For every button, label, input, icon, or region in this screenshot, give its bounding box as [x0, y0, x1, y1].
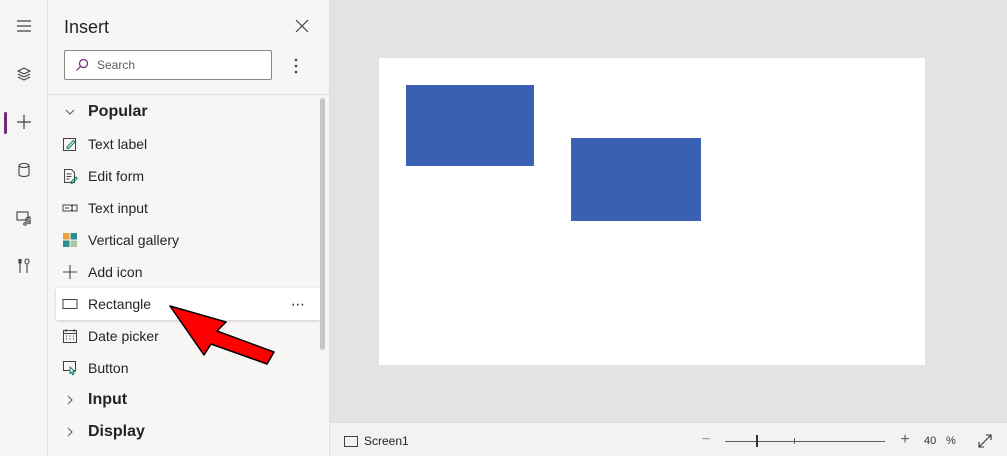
canvas-area[interactable]: [330, 0, 1007, 422]
chevron-down-icon: [61, 103, 79, 121]
zoom-out-button[interactable]: −: [698, 431, 714, 448]
expand-icon[interactable]: [977, 433, 993, 449]
chevron-right-icon: [61, 423, 79, 441]
rectangle-shape[interactable]: [406, 85, 534, 166]
close-icon[interactable]: [292, 16, 312, 36]
insert-item-vertical-gallery[interactable]: Vertical gallery: [56, 224, 320, 256]
insert-item-add-icon[interactable]: Add icon: [56, 256, 320, 288]
insert-item-text-label[interactable]: Text label: [56, 128, 320, 160]
item-label: Button: [88, 360, 129, 376]
scrollbar[interactable]: [318, 96, 326, 454]
search-input[interactable]: [97, 58, 257, 72]
screen-tab[interactable]: Screen1: [344, 434, 409, 448]
item-label: Text label: [88, 136, 148, 152]
data-cylinder-icon[interactable]: [0, 150, 48, 190]
zoom-in-button[interactable]: +: [897, 431, 913, 448]
zoom-unit: %: [946, 435, 956, 447]
insert-item-edit-form[interactable]: Edit form: [56, 160, 320, 192]
item-label: Text input: [88, 200, 148, 216]
date-picker-icon: [61, 327, 79, 345]
screen-name: Screen1: [364, 434, 409, 448]
insert-pane: Insert Popular Text label Edit form: [48, 0, 330, 456]
add-icon: [61, 263, 79, 281]
item-label: Edit form: [88, 168, 145, 184]
scrollbar-thumb[interactable]: [320, 98, 325, 350]
section-label: Popular: [88, 103, 148, 120]
pane-title: Insert: [64, 17, 110, 37]
more-options-button[interactable]: ⋯: [291, 296, 306, 313]
zoom-slider[interactable]: [725, 441, 885, 442]
text-input-icon: [61, 199, 79, 217]
section-input[interactable]: Input: [56, 384, 320, 416]
more-options-icon[interactable]: [286, 55, 306, 77]
tree-view-layers-icon[interactable]: [0, 54, 48, 94]
item-label: Vertical gallery: [88, 232, 180, 248]
section-label: Display: [88, 423, 145, 440]
search-box: [64, 50, 272, 80]
zoom-value[interactable]: 40: [924, 435, 936, 447]
insert-item-date-picker[interactable]: Date picker: [56, 320, 320, 352]
item-label: Add icon: [88, 264, 143, 280]
status-bar: Screen1 − + 40 %: [330, 422, 1007, 456]
rectangle-shape[interactable]: [571, 138, 701, 221]
section-popular[interactable]: Popular: [56, 96, 320, 128]
media-icon[interactable]: [0, 198, 48, 238]
insert-plus-icon[interactable]: [0, 102, 48, 142]
rectangle-icon: [61, 295, 79, 313]
text-label-icon: [61, 135, 79, 153]
app-screen[interactable]: [379, 58, 925, 365]
search-icon: [76, 58, 89, 71]
left-rail: [0, 0, 48, 456]
insert-item-rectangle[interactable]: Rectangle ⋯: [56, 288, 320, 320]
zoom-slider-tick: [794, 438, 795, 444]
pane-divider: [48, 94, 330, 95]
chevron-right-icon: [61, 391, 79, 409]
item-label: Date picker: [88, 328, 159, 344]
hamburger-menu-icon[interactable]: [0, 6, 48, 46]
zoom-slider-thumb[interactable]: [756, 435, 758, 447]
screen-icon: [344, 435, 358, 447]
section-display[interactable]: Display: [56, 416, 320, 448]
tools-icon[interactable]: [0, 246, 48, 286]
item-label: Rectangle: [88, 296, 152, 312]
button-icon: [61, 359, 79, 377]
insert-item-button[interactable]: Button: [56, 352, 320, 384]
section-label: Input: [88, 391, 128, 408]
vertical-gallery-icon: [61, 231, 79, 249]
insert-item-text-input[interactable]: Text input: [56, 192, 320, 224]
edit-form-icon: [61, 167, 79, 185]
